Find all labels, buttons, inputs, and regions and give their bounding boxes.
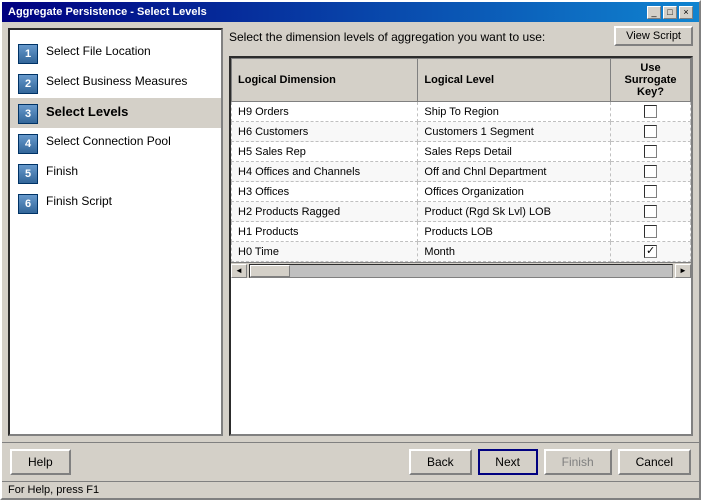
checkbox-6[interactable] [644,225,657,238]
step-label-4: Select Connection Pool [46,132,171,150]
maximize-button[interactable]: □ [663,6,677,19]
dimension-cell-6: H1 Products [232,222,418,242]
level-cell-4: Offices Organization [418,182,611,202]
surrogate-key-cell-2 [611,142,691,162]
content-area: 1 Select File Location 2 Select Business Me… [2,22,699,442]
step-label-6: Finish Script [46,192,112,210]
instructions-text: Select the dimension levels of aggregati… [229,28,545,46]
checkbox-3[interactable] [644,165,657,178]
step-label-3: Select Levels [46,102,128,121]
scroll-right-button[interactable]: ► [675,264,691,278]
step-number-2: 2 [18,74,38,94]
surrogate-key-cell-3 [611,162,691,182]
status-text: For Help, press F1 [8,484,99,496]
table-row: H4 Offices and ChannelsOff and Chnl Depa… [232,162,691,182]
scroll-thumb[interactable] [250,265,290,277]
checkbox-1[interactable] [644,125,657,138]
level-cell-3: Off and Chnl Department [418,162,611,182]
cancel-button[interactable]: Cancel [618,449,691,475]
sidebar-step-6[interactable]: 6 Finish Script [10,188,221,218]
data-table: Logical DimensionLogical LevelUse Surrog… [231,58,691,262]
table-header: Logical DimensionLogical LevelUse Surrog… [232,59,691,102]
checkbox-4[interactable] [644,185,657,198]
scroll-track[interactable] [249,264,673,278]
step-label-5: Finish [46,162,78,180]
step-number-3: 3 [18,104,38,124]
dimension-cell-7: H0 Time [232,242,418,262]
table-row: H1 ProductsProducts LOB [232,222,691,242]
sidebar-step-4[interactable]: 4 Select Connection Pool [10,128,221,158]
sidebar-step-5[interactable]: 5 Finish [10,158,221,188]
dimension-cell-0: H9 Orders [232,102,418,122]
title-bar: Aggregate Persistence - Select Levels _ … [2,2,699,22]
step-number-4: 4 [18,134,38,154]
status-bar: For Help, press F1 [2,481,699,498]
checkbox-5[interactable] [644,205,657,218]
minimize-button[interactable]: _ [647,6,661,19]
view-script-button[interactable]: View Script [614,26,693,46]
dimension-cell-4: H3 Offices [232,182,418,202]
help-button[interactable]: Help [10,449,71,475]
level-cell-7: Month [418,242,611,262]
surrogate-key-cell-5 [611,202,691,222]
surrogate-key-cell-4 [611,182,691,202]
surrogate-key-cell-0 [611,102,691,122]
checkbox-0[interactable] [644,105,657,118]
checkbox-2[interactable] [644,145,657,158]
step-number-5: 5 [18,164,38,184]
level-cell-5: Product (Rgd Sk Lvl) LOB [418,202,611,222]
step-number-1: 1 [18,44,38,64]
window-title: Aggregate Persistence - Select Levels [8,6,207,18]
level-cell-0: Ship To Region [418,102,611,122]
level-cell-6: Products LOB [418,222,611,242]
sidebar-step-2[interactable]: 2 Select Business Measures [10,68,221,98]
table-row: H6 CustomersCustomers 1 Segment [232,122,691,142]
step-number-6: 6 [18,194,38,214]
next-button[interactable]: Next [478,449,538,475]
bottom-bar: Help Back Next Finish Cancel [2,442,699,481]
window: Aggregate Persistence - Select Levels _ … [0,0,701,500]
dimension-cell-5: H2 Products Ragged [232,202,418,222]
surrogate-key-cell-7 [611,242,691,262]
table-row: H3 OfficesOffices Organization [232,182,691,202]
dimension-cell-1: H6 Customers [232,122,418,142]
main-panel: Select the dimension levels of aggregati… [229,28,693,436]
sidebar-step-1[interactable]: 1 Select File Location [10,38,221,68]
surrogate-key-cell-1 [611,122,691,142]
sidebar: 1 Select File Location 2 Select Business Me… [8,28,223,436]
horizontal-scrollbar[interactable]: ◄ ► [231,262,691,278]
table-body: H9 OrdersShip To RegionH6 CustomersCusto… [232,102,691,262]
dimension-cell-3: H4 Offices and Channels [232,162,418,182]
level-cell-2: Sales Reps Detail [418,142,611,162]
back-button[interactable]: Back [409,449,472,475]
title-bar-buttons: _ □ × [647,6,693,19]
checkbox-7[interactable] [644,245,657,258]
table-row: H0 TimeMonth [232,242,691,262]
nav-buttons: Back Next Finish Cancel [409,449,691,475]
table-row: H9 OrdersShip To Region [232,102,691,122]
header-row: Logical DimensionLogical LevelUse Surrog… [232,59,691,102]
col-header-2: Use Surrogate Key? [611,59,691,102]
step-label-2: Select Business Measures [46,72,187,90]
header-row: Select the dimension levels of aggregati… [229,28,693,46]
col-header-0: Logical Dimension [232,59,418,102]
step-label-1: Select File Location [46,42,151,60]
sidebar-step-3[interactable]: 3 Select Levels [10,98,221,128]
surrogate-key-cell-6 [611,222,691,242]
table-container: Logical DimensionLogical LevelUse Surrog… [229,56,693,436]
col-header-1: Logical Level [418,59,611,102]
scroll-left-button[interactable]: ◄ [231,264,247,278]
close-button[interactable]: × [679,6,693,19]
finish-button[interactable]: Finish [544,449,612,475]
level-cell-1: Customers 1 Segment [418,122,611,142]
table-row: H5 Sales RepSales Reps Detail [232,142,691,162]
dimension-cell-2: H5 Sales Rep [232,142,418,162]
table-row: H2 Products RaggedProduct (Rgd Sk Lvl) L… [232,202,691,222]
